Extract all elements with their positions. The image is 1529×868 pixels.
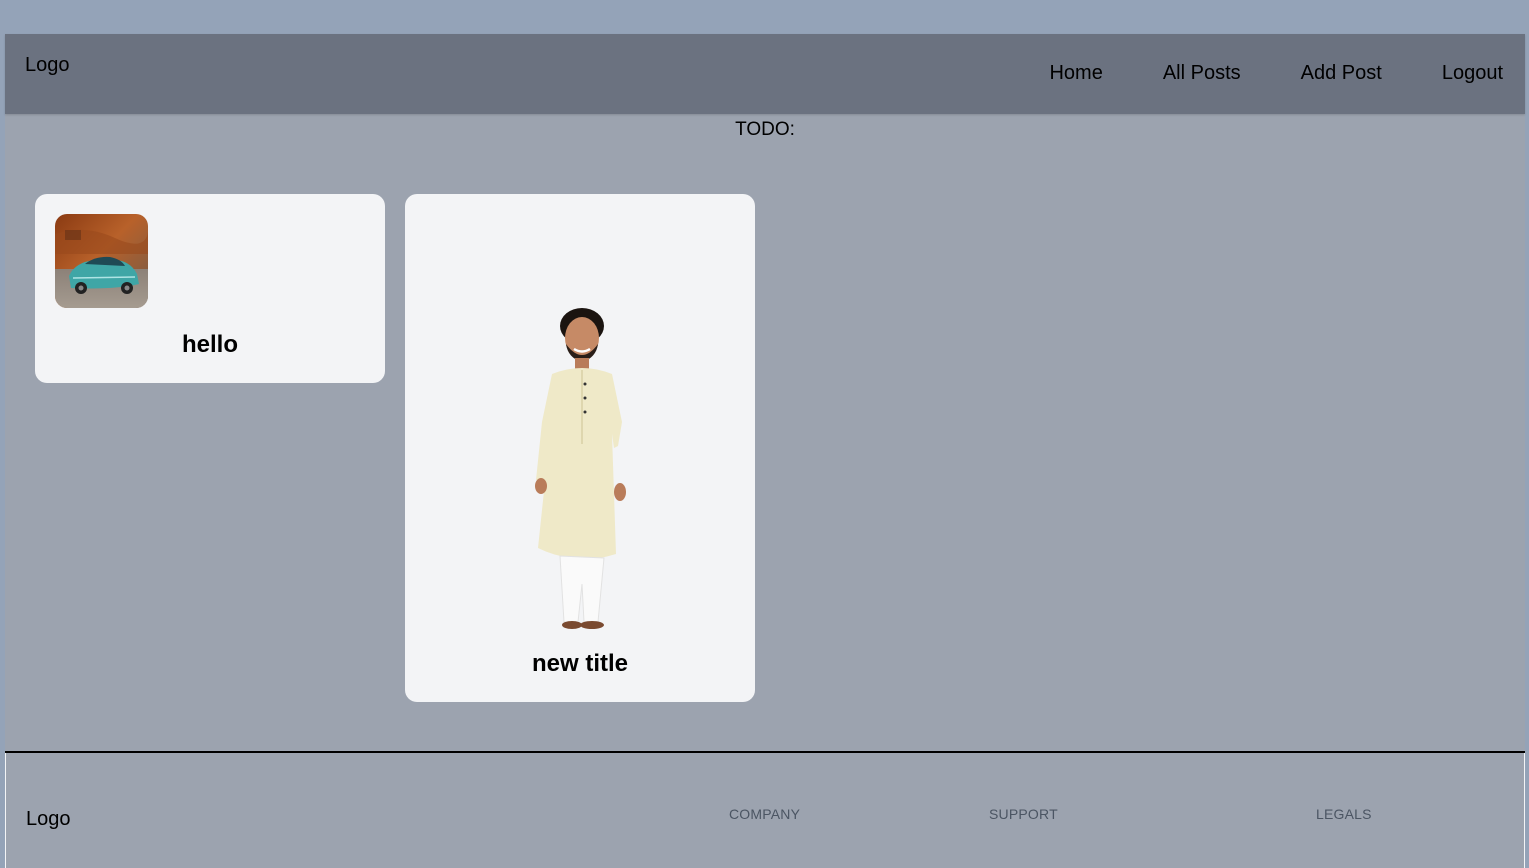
header-logo[interactable]: Logo (25, 54, 70, 77)
footer-heading-support: SUPPORT (989, 806, 1058, 822)
post-card[interactable]: new title (405, 194, 755, 702)
post-image-car (55, 214, 148, 308)
post-title: new title (531, 650, 628, 677)
nav-logout-button[interactable]: Logout (1442, 62, 1503, 85)
nav-home-link[interactable]: Home (1049, 62, 1102, 85)
nav-menu: Home All Posts Add Post Logout (989, 62, 1503, 85)
todo-text: TODO: (735, 119, 795, 140)
post-card[interactable]: hello (35, 194, 385, 383)
footer-heading-legals: LEGALS (1316, 806, 1372, 822)
footer-logo[interactable]: Logo (26, 808, 71, 831)
nav-all-posts-link[interactable]: All Posts (1163, 62, 1241, 85)
nav-add-post-link[interactable]: Add Post (1301, 62, 1382, 85)
post-image-person (500, 304, 660, 629)
footer: Logo COMPANY SUPPORT LEGALS (5, 753, 1525, 868)
post-title: hello (181, 331, 238, 358)
header: Logo Home All Posts Add Post Logout (5, 34, 1525, 114)
page-frame: Logo Home All Posts Add Post Logout TODO… (5, 34, 1525, 868)
footer-heading-company: COMPANY (729, 806, 801, 822)
